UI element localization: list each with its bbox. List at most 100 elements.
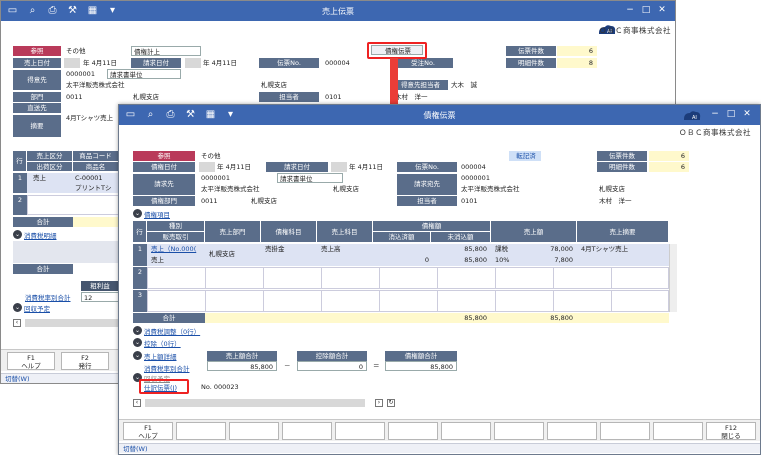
- f8-key-button[interactable]: [494, 422, 544, 440]
- f7-key-button[interactable]: [441, 422, 491, 440]
- saiken-komoku-link[interactable]: 債権項目: [144, 209, 170, 219]
- company-name: ＯＢＣ商事株式会社: [599, 26, 671, 35]
- col-uriage-tekiyo: 売上摘要: [577, 221, 669, 243]
- meisai-count: 8: [557, 58, 597, 68]
- label-saiken-bumon: 債権部門: [133, 196, 195, 206]
- tax-detail-area: [13, 241, 119, 263]
- minus-operator: －: [284, 362, 291, 370]
- chevron-icon-2[interactable]: ⌄: [133, 326, 142, 335]
- f2-key-button[interactable]: [176, 422, 226, 440]
- row-number: 1: [13, 173, 27, 193]
- highlight-shiwake-link: [139, 379, 189, 394]
- f12-close-button[interactable]: F12 閉じる: [706, 422, 756, 440]
- col-saiken-kamoku: 債権科目: [261, 221, 317, 243]
- seikyu-date[interactable]: 年 4月11日: [201, 58, 256, 68]
- uriage-meisai-link[interactable]: 売上額詳細: [144, 351, 177, 361]
- denpyo-no[interactable]: 000004: [459, 162, 509, 172]
- f4-key-button[interactable]: [282, 422, 332, 440]
- bumon-code[interactable]: 0011: [64, 92, 124, 102]
- chevron-icon-2[interactable]: ⌄: [13, 303, 22, 312]
- svg-text:AI: AI: [692, 115, 697, 121]
- function-key-bar: F1 ヘルプ F12 閉じる: [119, 419, 760, 441]
- row1-uriage-kamoku: 売上高: [321, 245, 341, 253]
- f5-key-button[interactable]: [335, 422, 385, 440]
- seikyusaki-name: 太平洋販売株式会社: [201, 185, 260, 193]
- table-scrollbar[interactable]: [669, 244, 677, 312]
- chevron-right-icon[interactable]: ›: [375, 399, 383, 407]
- switch-link[interactable]: 切替(W): [5, 375, 30, 383]
- label-kojo-gokei: 控除額合計: [297, 351, 367, 361]
- table-row[interactable]: [147, 290, 669, 312]
- f1-key: F1: [144, 424, 152, 432]
- chevron-icon[interactable]: ⌄: [13, 230, 22, 239]
- f10-key-button[interactable]: [600, 422, 650, 440]
- masked-path: [145, 399, 365, 407]
- shohizei-rate-link[interactable]: 消費税率別合計: [144, 363, 190, 373]
- tanto-code[interactable]: 0101: [459, 196, 509, 206]
- uriage-date[interactable]: 年 4月11日: [81, 58, 131, 68]
- f3-key-button[interactable]: [229, 422, 279, 440]
- chevron-icon-4[interactable]: ⌄: [133, 351, 142, 360]
- status-bar: 切替(W): [119, 443, 760, 453]
- masked-year-2: [185, 58, 201, 68]
- chevron-icon[interactable]: ⌄: [133, 209, 142, 218]
- label-seikyusaki: 請求先: [133, 174, 195, 195]
- f1-label: ヘルプ: [138, 432, 158, 440]
- shohizei-chosei-link[interactable]: 消費税調整（0行）: [144, 326, 200, 336]
- window-title: 債権伝票: [423, 111, 456, 120]
- shohizei-meisai-link[interactable]: 消費税明細: [24, 230, 57, 240]
- switch-link[interactable]: 切替(W): [123, 445, 148, 453]
- label-arari: 粗利益: [81, 281, 119, 291]
- f2-issue-button[interactable]: F2 発行: [61, 352, 109, 370]
- minimize-icon[interactable]: −: [710, 109, 720, 119]
- row1-shubetsu-link[interactable]: 売上（No.000(: [149, 244, 205, 254]
- tanto-code[interactable]: 0101: [323, 92, 373, 102]
- kaishu-yotei-link[interactable]: 回収予定: [24, 303, 50, 313]
- chevron-left-icon[interactable]: ‹: [133, 399, 141, 407]
- f1-key: F1: [27, 354, 35, 362]
- label-meisai-count: 明細件数: [597, 162, 647, 172]
- col-gyo: 行: [13, 151, 27, 172]
- seikyu-date[interactable]: 年 4月11日: [347, 162, 402, 172]
- maximize-icon[interactable]: □: [726, 109, 736, 119]
- tekiyo[interactable]: 4月Tシャツ売上: [64, 113, 124, 123]
- minimize-icon[interactable]: −: [625, 5, 635, 15]
- close-icon[interactable]: ✕: [742, 109, 752, 119]
- kojo-link[interactable]: 控除（0行）: [144, 338, 181, 348]
- col-shohin-code: 商品コード: [73, 151, 119, 162]
- f1-help-button[interactable]: F1 ヘルプ: [7, 352, 55, 370]
- f12-label: 閉じる: [721, 432, 741, 440]
- f9-key-button[interactable]: [547, 422, 597, 440]
- label-uriage-gokei: 売上額合計: [207, 351, 277, 361]
- table-row[interactable]: [147, 267, 669, 289]
- f1-help-button[interactable]: F1 ヘルプ: [123, 422, 173, 440]
- close-icon[interactable]: ✕: [657, 5, 667, 15]
- type-select[interactable]: 債権計上: [131, 46, 201, 56]
- maximize-icon[interactable]: □: [641, 5, 651, 15]
- label-tekiyo: 摘要: [13, 115, 61, 137]
- table-row[interactable]: [27, 195, 119, 215]
- f12-key: F12: [724, 424, 737, 432]
- atesaki-code[interactable]: 0000001: [459, 173, 519, 183]
- f2-label: 発行: [78, 362, 92, 370]
- seikyu-tani-select[interactable]: 請求書単位: [107, 69, 181, 79]
- chevron-left-icon[interactable]: ‹: [13, 319, 21, 327]
- saiken-date[interactable]: 年 4月11日: [215, 162, 265, 172]
- sanshou-value: その他: [201, 152, 221, 160]
- col-shukka-kubun: 出荷区分: [27, 162, 73, 172]
- shohizei-rate-link[interactable]: 消費税率別合計: [25, 292, 71, 302]
- label-denpyo-no: 伝票No.: [397, 162, 457, 172]
- refresh-icon[interactable]: ↻: [387, 399, 395, 407]
- f11-key-button[interactable]: [653, 422, 703, 440]
- shiwake-no: No. 000023: [201, 383, 239, 391]
- f6-key-button[interactable]: [388, 422, 438, 440]
- chevron-icon-3[interactable]: ⌄: [133, 338, 142, 347]
- label-seikyu-atesaki: 請求宛先: [397, 174, 457, 195]
- uriage-gokei: 85,800: [207, 361, 277, 371]
- seikyu-tani-select[interactable]: 請求書単位: [277, 173, 343, 183]
- bumon-code[interactable]: 0011: [199, 196, 249, 206]
- seikyusaki-code[interactable]: 0000001: [199, 173, 259, 183]
- denpyo-no[interactable]: 000004: [323, 58, 373, 68]
- label-denpyo-count: 伝票件数: [597, 151, 647, 161]
- tenkizumi-badge: 転記済: [509, 151, 541, 161]
